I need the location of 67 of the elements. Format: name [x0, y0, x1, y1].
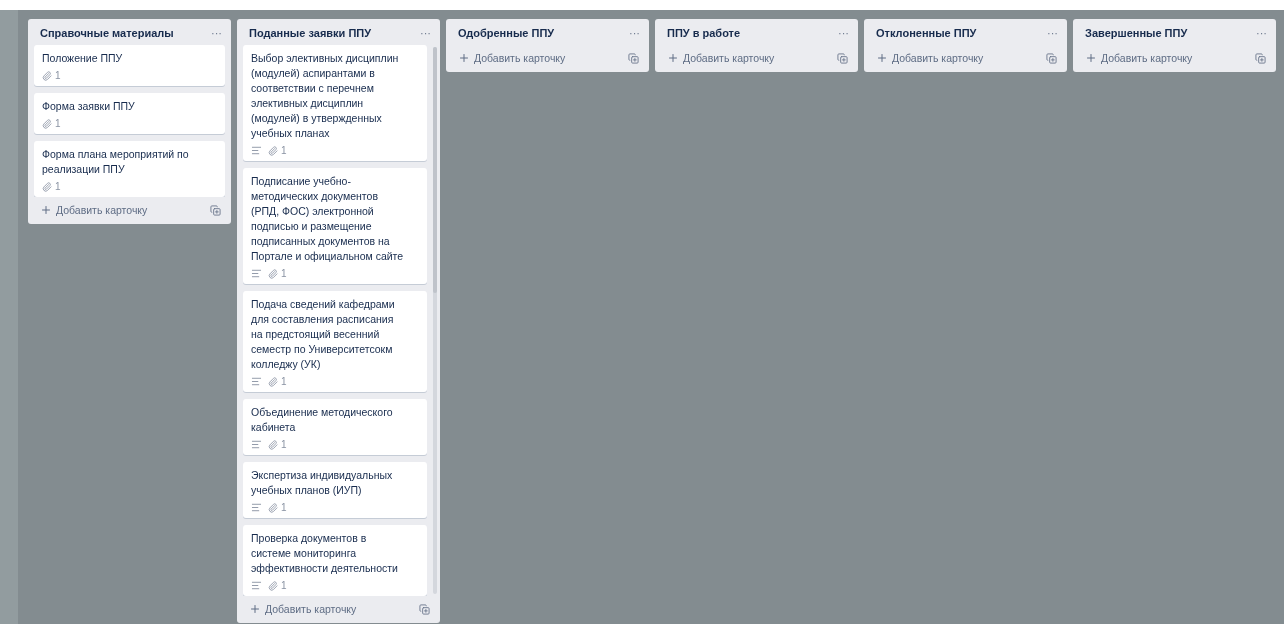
plus-icon — [249, 603, 261, 615]
paperclip-icon — [268, 439, 278, 450]
task-card[interactable]: Экспертиза индивидуальных учебных планов (ИУП) 1 — [243, 462, 427, 518]
plus-icon — [667, 52, 679, 64]
list-menu[interactable]: ··· — [211, 27, 222, 39]
card-title: Экспертиза индивидуальных учебных планов (ИУП) — [251, 468, 394, 498]
card-title: Проверка документов в системе мониторинга эффективности деятельности — [251, 531, 399, 576]
paperclip-icon — [268, 145, 278, 156]
paperclip-icon — [268, 502, 278, 513]
list-title: Одобренные ППУ — [458, 27, 555, 39]
list-menu[interactable]: ··· — [420, 27, 431, 39]
add-card-button[interactable]: Добавить карточку — [667, 52, 775, 64]
add-card-button[interactable]: Добавить карточку — [1085, 52, 1193, 64]
list-menu[interactable]: ··· — [1047, 27, 1058, 39]
paperclip-icon — [268, 580, 278, 591]
list-title: Завершенные ППУ — [1085, 27, 1188, 39]
list-title: ППУ в работе — [667, 27, 741, 39]
paperclip-icon — [42, 181, 52, 192]
card-title: Подписание учебно-методических документов (РПД, ФОС) электронной подписью и размещение подписанных документов на Портале и официальном сайте — [251, 174, 405, 264]
template-icon[interactable] — [837, 52, 848, 64]
card-title: Подача сведений кафедрами для составления расписания на предстоящий весенний семестр по Университетсокм колледжу (УК) — [251, 297, 396, 372]
attachment-count: 1 — [281, 502, 287, 513]
add-card-button[interactable]: Добавить карточку — [40, 204, 148, 216]
add-card-button[interactable]: Добавить карточку — [249, 603, 357, 615]
template-icon[interactable] — [419, 603, 430, 615]
plus-icon — [40, 204, 52, 216]
scrollbar[interactable] — [433, 47, 437, 594]
list-title: Справочные материалы — [40, 27, 174, 39]
task-card[interactable]: Подписание учебно-методических документов (РПД, ФОС) электронной подписью и размещение подписанных документов на Портале и официальном сайте 1 — [243, 168, 427, 284]
paperclip-icon — [42, 70, 52, 81]
plus-icon — [876, 52, 888, 64]
template-icon[interactable] — [210, 204, 221, 216]
attachment-count: 1 — [281, 580, 287, 591]
attachment-count: 1 — [281, 376, 287, 387]
plus-icon — [1085, 52, 1097, 64]
attachment-count: 1 — [281, 439, 287, 450]
attachment-count: 1 — [281, 145, 287, 156]
card-title: Форма заявки ППУ — [42, 99, 136, 114]
add-card-button[interactable]: Добавить карточку — [876, 52, 984, 64]
task-card[interactable]: Объединение методического кабинета 1 — [243, 399, 427, 455]
task-card[interactable]: Выбор элективных дисциплин (модулей) аспирантами в соответствии с перечнем элективных дисциплин (модулей) в утвержденных учебных планах 1 — [243, 45, 427, 161]
attachment-count: 1 — [55, 70, 61, 81]
paperclip-icon — [42, 118, 52, 129]
paperclip-icon — [268, 268, 278, 279]
template-icon[interactable] — [1255, 52, 1266, 64]
attachment-count: 1 — [281, 268, 287, 279]
template-icon[interactable] — [1046, 52, 1057, 64]
list-menu[interactable]: ··· — [838, 27, 849, 39]
list-title: Поданные заявки ППУ — [249, 27, 372, 39]
list-menu[interactable]: ··· — [629, 27, 640, 39]
list-menu[interactable]: ··· — [1256, 27, 1267, 39]
template-icon[interactable] — [628, 52, 639, 64]
plus-icon — [458, 52, 470, 64]
card-title: Форма плана мероприятий по реализации ППУ — [42, 147, 190, 177]
card-title: Объединение методического кабинета — [251, 405, 394, 435]
task-card[interactable]: Подача сведений кафедрами для составления расписания на предстоящий весенний семестр по Университетсокм колледжу (УК) 1 — [243, 291, 427, 392]
card-title: Положение ППУ — [42, 51, 124, 66]
task-card[interactable]: Положение ППУ 1 — [34, 45, 225, 86]
card-title: Выбор элективных дисциплин (модулей) аспирантами в соответствии с перечнем элективных дисциплин (модулей) в утвержденных учебных планах — [251, 51, 400, 141]
task-card[interactable]: Проверка документов в системе мониторинга эффективности деятельности 1 — [243, 525, 427, 596]
list-title: Отклоненные ППУ — [876, 27, 977, 39]
task-card[interactable]: Форма заявки ППУ 1 — [34, 93, 225, 134]
task-card[interactable]: Форма плана мероприятий по реализации ППУ 1 — [34, 141, 225, 197]
paperclip-icon — [268, 376, 278, 387]
attachment-count: 1 — [55, 181, 61, 192]
attachment-count: 1 — [55, 118, 61, 129]
add-card-button[interactable]: Добавить карточку — [458, 52, 566, 64]
